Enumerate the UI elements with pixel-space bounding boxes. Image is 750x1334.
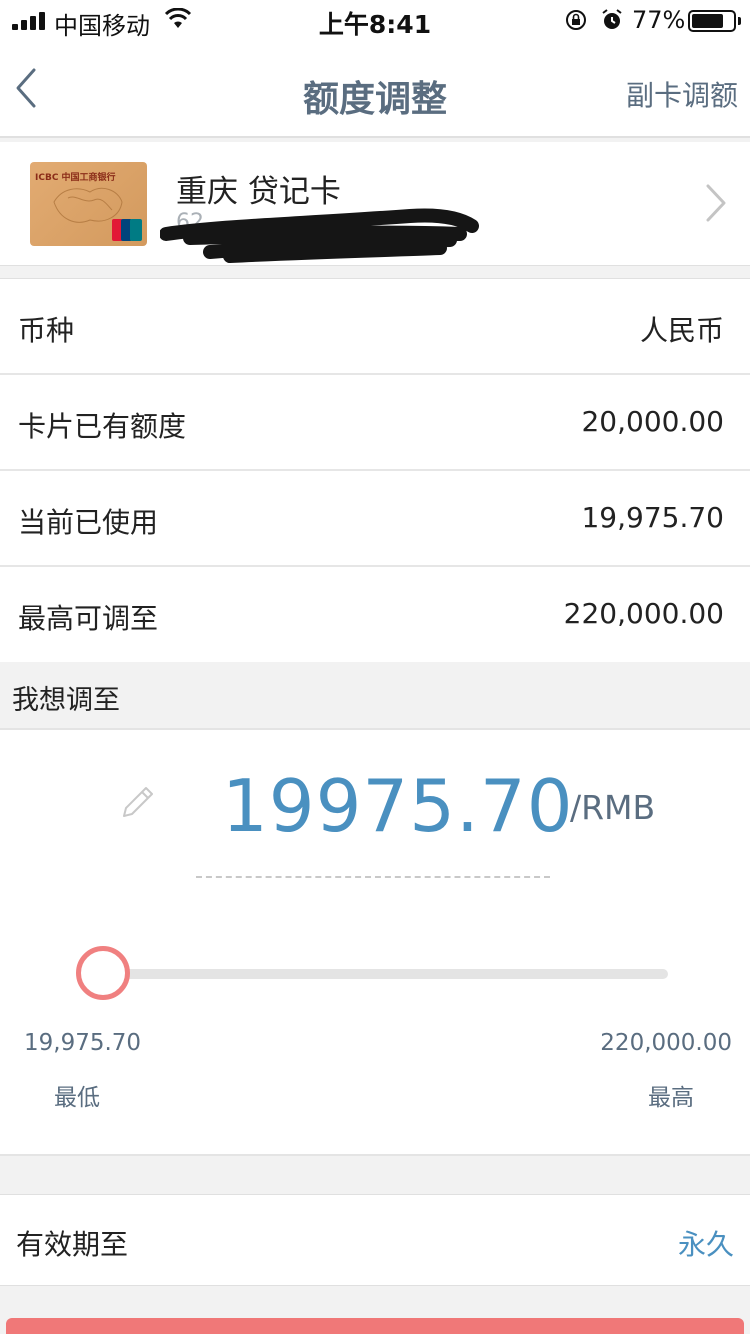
amount-unit: /RMB (570, 788, 656, 827)
info-value: 19,975.70 (581, 501, 724, 534)
info-value: 20,000.00 (581, 405, 724, 438)
orientation-lock-icon (566, 10, 586, 30)
credit-info-list: 币种 人民币 卡片已有额度 20,000.00 当前已使用 19,975.70 … (0, 278, 750, 663)
card-number-redaction (160, 208, 479, 263)
credit-card-image: ICBC 中国工商银行 (30, 162, 147, 246)
target-amount-input[interactable]: 19975.70 (222, 764, 574, 848)
info-value: 人民币 (639, 314, 724, 347)
pencil-icon[interactable] (116, 782, 158, 824)
info-value: 220,000.00 (563, 597, 724, 630)
battery-percent: 77% (632, 6, 686, 34)
info-row-max-limit: 最高可调至 220,000.00 (0, 567, 750, 663)
slider-max-label: 最高 (648, 1085, 694, 1111)
info-row-current-limit: 卡片已有额度 20,000.00 (0, 375, 750, 471)
section-header: 我想调至 (0, 662, 750, 730)
unionpay-logo (112, 219, 142, 241)
slider-min-label: 最低 (54, 1085, 100, 1111)
status-bar: 中国移动 上午8:41 77% (0, 0, 750, 42)
validity-value[interactable]: 永久 (678, 1223, 734, 1263)
validity-row[interactable]: 有效期至 永久 (0, 1194, 750, 1286)
slider-min-value: 19,975.70 (24, 1030, 142, 1056)
battery-cap (738, 17, 741, 25)
validity-label: 有效期至 (16, 1228, 129, 1261)
nav-bar: 额度调整 副卡调额 (0, 42, 750, 138)
limit-slider-track[interactable] (104, 969, 668, 979)
info-row-currency: 币种 人民币 (0, 279, 750, 375)
section-title: 我想调至 (12, 685, 120, 716)
battery-level (692, 14, 723, 28)
amount-underline (196, 876, 550, 878)
chevron-right-icon (706, 184, 726, 222)
supplementary-card-adjust-button[interactable]: 副卡调额 (626, 74, 738, 114)
slider-max-value: 220,000.00 (600, 1030, 732, 1056)
limit-slider-handle[interactable] (76, 946, 130, 1000)
info-label: 最高可调至 (18, 602, 159, 635)
adjust-panel: 19975.70 /RMB 19,975.70 220,000.00 最低 最高 (0, 730, 750, 1156)
info-label: 当前已使用 (18, 506, 159, 539)
info-label: 卡片已有额度 (18, 410, 187, 443)
info-label: 币种 (18, 314, 75, 347)
confirm-button[interactable] (6, 1318, 744, 1334)
info-row-used: 当前已使用 19,975.70 (0, 471, 750, 567)
battery-icon (688, 10, 736, 32)
alarm-icon (602, 9, 622, 29)
